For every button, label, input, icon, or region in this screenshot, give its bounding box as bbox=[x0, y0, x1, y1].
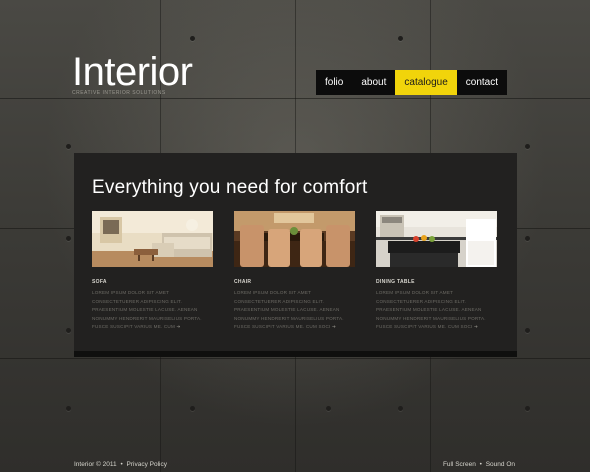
wall-bolt bbox=[398, 406, 403, 411]
kitchen-photo-icon bbox=[376, 211, 497, 267]
wall-bolt bbox=[525, 144, 530, 149]
item-description: Lorem ipsum dolor sit amet consectetuere… bbox=[234, 289, 355, 332]
wall-bolt bbox=[190, 406, 195, 411]
dining-chairs-photo-icon bbox=[234, 211, 355, 267]
wall-bolt bbox=[66, 406, 71, 411]
wall-bolt bbox=[326, 406, 331, 411]
nav-item-contact[interactable]: contact bbox=[456, 70, 508, 95]
nav-item-catalogue[interactable]: catalogue bbox=[395, 70, 457, 95]
arrow-right-icon[interactable]: ➔ bbox=[332, 324, 336, 329]
arrow-right-icon[interactable]: ➔ bbox=[176, 324, 180, 329]
catalogue-item: Dining table Lorem ipsum dolor sit amet … bbox=[376, 211, 497, 332]
wall-bolt bbox=[398, 36, 403, 41]
footer-copyright: Interior © 2011 • Privacy Policy bbox=[74, 461, 167, 468]
wall-bolt bbox=[525, 328, 530, 333]
wall-bolt bbox=[66, 144, 71, 149]
living-room-photo-icon bbox=[92, 211, 213, 267]
footer-separator: • bbox=[120, 461, 123, 468]
item-description: Lorem ipsum dolor sit amet consectetuere… bbox=[92, 289, 213, 332]
site-logo[interactable]: Interior Creative interior solutions bbox=[72, 50, 193, 96]
item-name: Chair bbox=[234, 279, 252, 285]
item-name: Dining table bbox=[376, 279, 415, 285]
item-name: Sofa bbox=[92, 279, 107, 285]
wall-bolt bbox=[525, 406, 530, 411]
logo-title: Interior bbox=[72, 50, 193, 94]
footer-separator: • bbox=[479, 461, 482, 468]
main-nav: folio about catalogue contact bbox=[316, 70, 508, 95]
catalogue-item: Sofa Lorem ipsum dolor sit amet consecte… bbox=[92, 211, 213, 332]
privacy-policy-link[interactable]: Privacy Policy bbox=[127, 461, 167, 468]
footer-controls: Full Screen • Sound On bbox=[443, 461, 515, 468]
wall-bolt bbox=[190, 36, 195, 41]
item-description-text: Lorem ipsum dolor sit amet consectetuere… bbox=[234, 290, 344, 330]
content-panel: Everything you need for comfort Sofa Lor… bbox=[74, 153, 517, 351]
sound-toggle[interactable]: Sound On bbox=[486, 461, 515, 468]
wall-bolt bbox=[66, 328, 71, 333]
arrow-right-icon[interactable]: ➔ bbox=[474, 324, 478, 329]
item-description-text: Lorem ipsum dolor sit amet consectetuere… bbox=[92, 290, 202, 330]
item-description-text: Lorem ipsum dolor sit amet consectetuere… bbox=[376, 290, 486, 330]
kitchen-photo[interactable] bbox=[376, 211, 497, 267]
catalogue-item: Chair Lorem ipsum dolor sit amet consect… bbox=[234, 211, 355, 332]
living-room-photo[interactable] bbox=[92, 211, 213, 267]
nav-item-folio[interactable]: folio bbox=[316, 70, 353, 95]
dining-chairs-photo[interactable] bbox=[234, 211, 355, 267]
footer-copyright-text: © 2011 bbox=[96, 461, 117, 468]
panel-title: Everything you need for comfort bbox=[92, 177, 368, 198]
full-screen-button[interactable]: Full Screen bbox=[443, 461, 476, 468]
nav-item-about[interactable]: about bbox=[352, 70, 396, 95]
wall-bolt bbox=[66, 236, 71, 241]
footer-brand: Interior bbox=[74, 461, 95, 468]
wall-bolt bbox=[525, 236, 530, 241]
item-description: Lorem ipsum dolor sit amet consectetuere… bbox=[376, 289, 497, 332]
